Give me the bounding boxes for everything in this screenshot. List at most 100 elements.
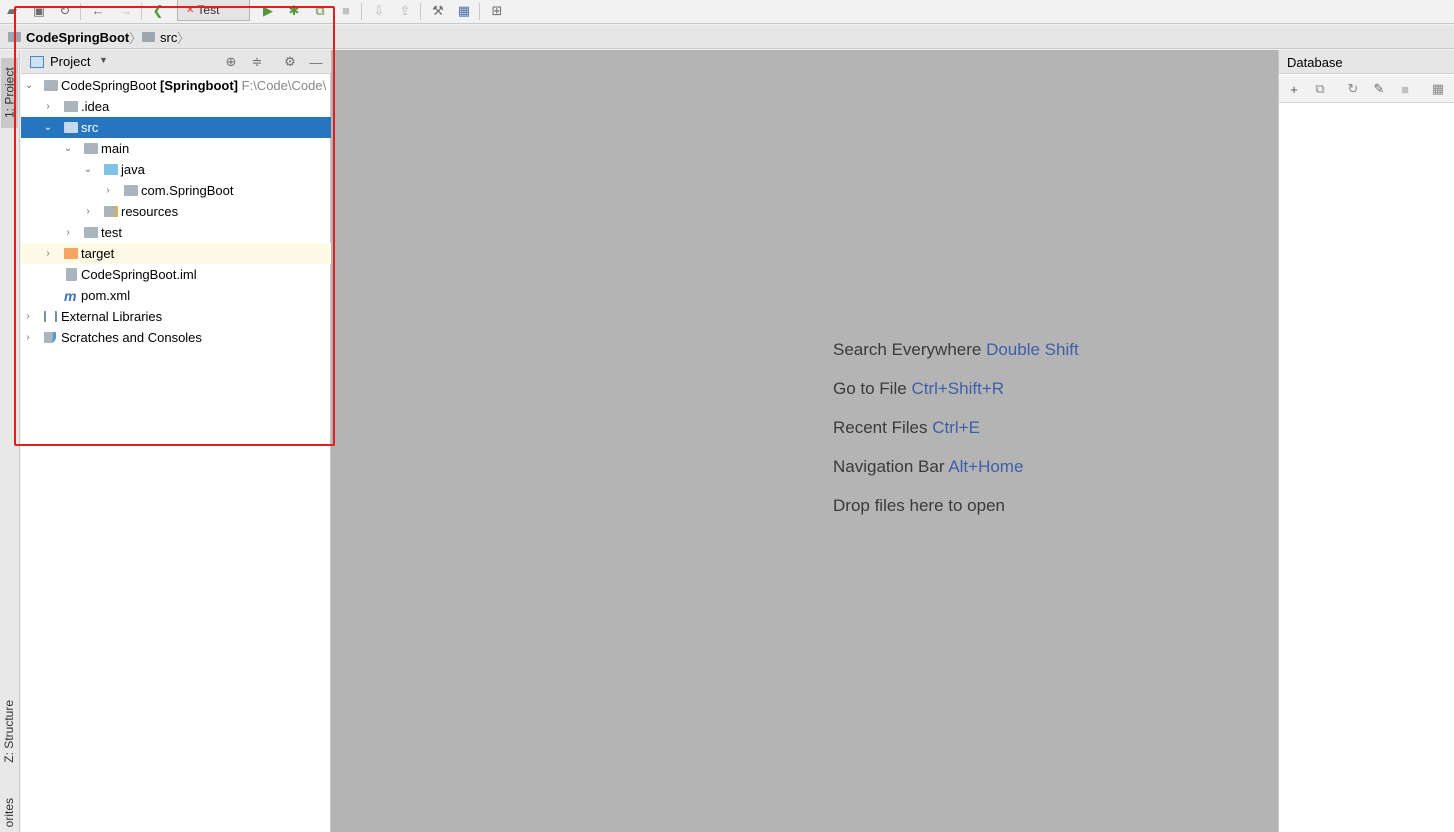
chevron-down-icon[interactable]: ▼ (99, 55, 108, 65)
tree-row-label: src (81, 120, 99, 135)
tree-row-label: main (101, 141, 130, 156)
tree-row-main[interactable]: ⌄ main (21, 138, 331, 159)
hint-drop-files: Drop files here to open (833, 496, 1005, 515)
tree-row-src[interactable]: ⌄ src (21, 117, 331, 138)
project-tool-tab[interactable]: 1: Project (1, 58, 18, 128)
structure-tool-tab-label: Z: Structure (2, 700, 16, 763)
toolbar-separator (80, 3, 81, 20)
refresh-icon[interactable]: ↻ (1345, 81, 1361, 97)
tree-row-test[interactable]: › test (21, 222, 331, 243)
stop-icon[interactable]: ■ (338, 3, 354, 19)
table-view-icon[interactable]: ▦ (1430, 81, 1446, 97)
stop-icon[interactable]: ■ (1397, 81, 1413, 97)
expand-arrow-icon[interactable]: › (102, 185, 114, 196)
collapse-all-icon[interactable]: ≑ (249, 54, 265, 70)
project-view-selector[interactable]: Project (50, 54, 90, 69)
coverage-icon[interactable]: ⧉ (312, 3, 328, 19)
breadcrumb-label: CodeSpringBoot (26, 29, 130, 45)
tree-row-idea[interactable]: › .idea (21, 96, 331, 117)
main-toolbar: ▰ ▣ ↻ ← → ❮ ✕ Test ▶ ✱ ⧉ ■ ⇩ ⇪ ⚒ ▦ ⊞ (0, 0, 1454, 24)
tree-row-label: com.SpringBoot (141, 183, 234, 198)
left-tool-strip: 1: Project Z: Structure orites (0, 50, 20, 832)
breadcrumb-src[interactable]: src (142, 25, 177, 49)
open-icon[interactable]: ▰ (4, 3, 20, 19)
back-icon[interactable]: ❮ (150, 3, 166, 19)
module-file-icon (66, 268, 77, 281)
tree-row-label: CodeSpringBoot.iml (81, 267, 197, 282)
tree-row-package[interactable]: › com.SpringBoot (21, 180, 331, 201)
undo-icon[interactable]: ← (90, 3, 106, 19)
expand-arrow-icon[interactable]: › (22, 332, 34, 343)
toolbar-separator (141, 3, 142, 20)
tree-row-resources[interactable]: › resources (21, 201, 331, 222)
add-icon[interactable]: + (1286, 81, 1302, 97)
hint-go-to-file: Go to File Ctrl+Shift+R (833, 379, 1005, 398)
run-icon[interactable]: ▶ (260, 3, 276, 19)
debug-icon[interactable]: ✱ (286, 3, 302, 19)
database-tool-window: Database + ⧉ ↻ ✎ ■ ▦ (1278, 50, 1454, 832)
settings-wrench-icon[interactable]: ⚒ (430, 3, 446, 19)
scratches-icon (44, 332, 56, 343)
vcs-commit-icon[interactable]: ⇪ (397, 3, 413, 19)
structure-tool-tab[interactable]: Z: Structure (2, 700, 16, 763)
gear-icon[interactable]: ⚙ (282, 54, 298, 70)
locate-file-icon[interactable]: ⊕ (223, 54, 239, 70)
tree-row-label: pom.xml (81, 288, 131, 303)
database-toolbar: + ⧉ ↻ ✎ ■ ▦ (1279, 75, 1454, 103)
project-tool-window: Project ▼ ⊕ ≑ ⚙ — ⌄ CodeSpringBoot [Spri… (21, 50, 331, 832)
run-configuration-label: Test (197, 3, 220, 17)
tree-row-java[interactable]: ⌄ java (21, 159, 331, 180)
maven-icon: m (64, 287, 77, 304)
favorites-tool-tab[interactable]: orites (2, 798, 16, 827)
project-panel-header: Project ▼ ⊕ ≑ ⚙ — (21, 50, 331, 74)
folder-icon (64, 122, 78, 133)
breadcrumb-separator: 〉 (129, 30, 143, 46)
expand-arrow-icon[interactable]: › (42, 248, 54, 259)
expand-arrow-icon[interactable]: ⌄ (82, 164, 94, 175)
sdk-icon[interactable]: ⊞ (489, 3, 505, 19)
edit-properties-icon[interactable]: ✎ (1371, 81, 1387, 97)
minimize-icon[interactable]: — (308, 54, 324, 70)
hint-navigation-bar: Navigation Bar Alt+Home (833, 457, 1024, 476)
tree-row-iml[interactable]: CodeSpringBoot.iml (21, 264, 331, 285)
toolbar-separator (420, 3, 421, 20)
expand-arrow-icon[interactable]: ⌄ (42, 122, 54, 133)
expand-arrow-icon[interactable]: › (62, 227, 74, 238)
folder-icon (142, 32, 155, 42)
project-structure-icon[interactable]: ▦ (456, 3, 472, 19)
tree-row-root[interactable]: ⌄ CodeSpringBoot [Springboot] F:\Code\Co… (21, 75, 331, 96)
run-configuration-dropdown[interactable]: ✕ Test (177, 0, 250, 21)
expand-arrow-icon[interactable]: ⌄ (62, 143, 74, 154)
hint-search-everywhere: Search Everywhere Double Shift (833, 340, 1079, 359)
expand-arrow-icon[interactable]: › (22, 311, 34, 322)
module-folder-icon (44, 80, 58, 91)
expand-arrow-icon[interactable]: › (42, 101, 54, 112)
tree-row-scratches[interactable]: › Scratches and Consoles (21, 327, 331, 348)
package-icon (124, 185, 138, 196)
project-tool-tab-label: 1: Project (2, 67, 17, 119)
config-error-icon: ✕ (186, 4, 195, 16)
breadcrumb-project[interactable]: CodeSpringBoot (8, 25, 129, 49)
editor-area[interactable]: Search Everywhere Double Shift Go to Fil… (331, 50, 1278, 832)
folder-icon (84, 227, 98, 238)
source-folder-icon (104, 164, 118, 175)
vcs-update-icon[interactable]: ⇩ (371, 3, 387, 19)
expand-arrow-icon[interactable]: ⌄ (23, 80, 35, 91)
navigation-bar: CodeSpringBoot 〉 src 〉 (0, 25, 1454, 49)
tree-row-label: Scratches and Consoles (61, 330, 202, 345)
tree-row-label: test (101, 225, 122, 240)
tree-row-external-libraries[interactable]: › External Libraries (21, 306, 331, 327)
copy-icon[interactable]: ⧉ (1312, 81, 1328, 97)
tree-row-label: java (121, 162, 145, 177)
tree-row-target[interactable]: › target (21, 243, 331, 264)
redo-icon[interactable]: → (118, 3, 134, 19)
project-view-icon (30, 56, 44, 68)
expand-arrow-icon[interactable]: › (82, 206, 94, 217)
tree-row-label: CodeSpringBoot [Springboot] F:\Code\Code… (61, 78, 327, 93)
sync-icon[interactable]: ↻ (57, 3, 73, 19)
save-icon[interactable]: ▣ (31, 3, 47, 19)
toolbar-separator (361, 3, 362, 20)
breadcrumb-separator: 〉 (177, 30, 191, 46)
library-icon (44, 311, 57, 322)
tree-row-pom[interactable]: m pom.xml (21, 285, 331, 306)
